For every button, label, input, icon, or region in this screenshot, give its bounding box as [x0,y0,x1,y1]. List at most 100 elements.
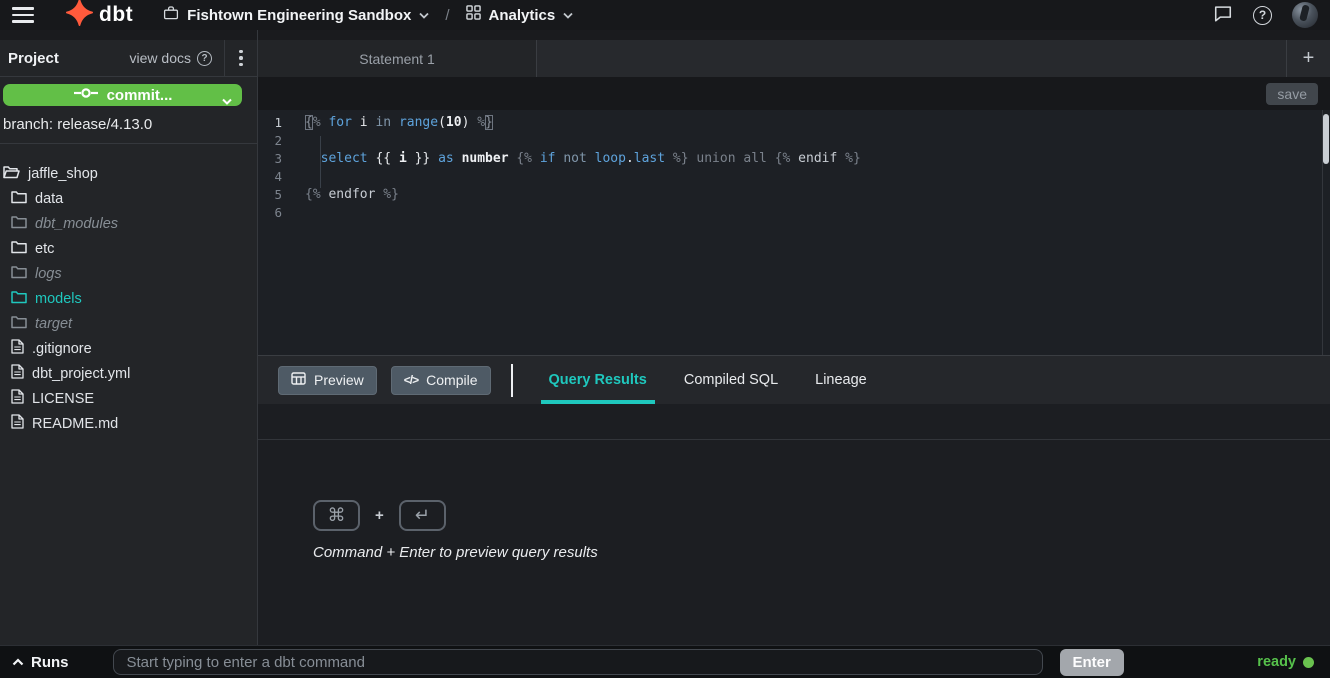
preview-button-label: Preview [314,372,364,388]
code-line-4: 4 [258,168,1330,186]
line-number: 2 [258,132,295,150]
folder-icon [11,215,27,233]
line-number: 5 [258,186,295,204]
code-text [295,204,305,222]
line-number: 1 [258,114,295,132]
tree-item-label: LICENSE [32,391,94,407]
file-icon [11,414,24,433]
folder-icon [11,190,27,208]
preview-button[interactable]: Preview [278,366,377,395]
tabstrip-fill [537,40,1286,77]
folder-icon [11,240,27,258]
shortcut-caption: Command + Enter to preview query results [313,544,598,561]
menu-icon[interactable] [12,7,34,23]
chevron-down-icon [563,6,573,24]
tree-item-label: data [35,191,63,207]
editor-toolbar: save [258,77,1330,110]
results-header: Preview </> Compile Query Results Compile… [258,355,1330,404]
dbt-logo: dbt [66,0,133,31]
tree-item-dbt-modules[interactable]: dbt_modules [0,211,257,236]
runs-label: Runs [31,654,69,671]
dbt-command-input[interactable] [113,649,1043,675]
code-icon: </> [404,373,418,387]
results-body-divider [258,439,1330,440]
shortcut-hint: ⌘ + ↵ Command + Enter to preview query r… [313,500,598,561]
editor-scrollbar-thumb[interactable] [1323,114,1329,164]
tree-item-label: jaffle_shop [28,166,98,182]
folder-open-icon [3,165,20,183]
results-header-divider [511,364,513,397]
tab-statement-1[interactable]: Statement 1 [258,40,537,77]
compile-button-label: Compile [426,372,477,388]
command-bar: Runs Enter ready [0,645,1330,678]
sidebar-menu-icon[interactable] [225,50,257,67]
tree-item-data[interactable]: data [0,186,257,211]
branch-label: branch: release/4.13.0 [0,113,257,144]
editor-tabstrip: Statement 1 + [258,30,1330,77]
code-text [295,132,305,150]
tree-item-readme-md[interactable]: README.md [0,411,257,436]
new-tab-button[interactable]: + [1286,40,1330,77]
code-line-6: 6 [258,204,1330,222]
file-icon [11,389,24,408]
chat-icon[interactable] [1213,3,1233,28]
results-tab-lineage[interactable]: Lineage [807,356,875,404]
results-tabs: Query Results Compiled SQL Lineage [541,356,875,404]
tree-item-logs[interactable]: logs [0,261,257,286]
tree-item-etc[interactable]: etc [0,236,257,261]
file-tree: jaffle_shopdata dbt_modulesetc logs models t… [0,144,257,436]
help-icon[interactable]: ? [1253,6,1272,25]
dbt-logo-text: dbt [99,3,133,27]
tree-item-dbt-project-yml[interactable]: dbt_project.yml [0,361,257,386]
view-docs-link[interactable]: view docs ? [130,50,212,66]
tree-item-label: README.md [32,416,118,432]
tree-item--gitignore[interactable]: .gitignore [0,336,257,361]
tree-item-label: models [35,291,82,307]
status-label: ready [1257,654,1296,670]
code-text: select {{ i }} as number {% if not loop.… [295,150,861,168]
code-line-3: 3 select {{ i }} as number {% if not loo… [258,150,1330,168]
commit-chevron-icon[interactable] [222,92,232,109]
tree-item-label: logs [35,266,62,282]
tree-item-license[interactable]: LICENSE [0,386,257,411]
editor-scrollbar[interactable] [1322,110,1330,355]
chevron-down-icon [419,6,429,24]
project-selector[interactable]: Fishtown Engineering Sandbox [163,5,429,26]
code-line-2: 2 [258,132,1330,150]
tree-item-models[interactable]: models [0,286,257,311]
chevron-up-icon [12,653,24,671]
tree-item-jaffle-shop[interactable]: jaffle_shop [0,161,257,186]
file-icon [11,364,24,383]
code-editor[interactable]: 1{% for i in range(10) %}23 select {{ i … [258,110,1330,355]
sidebar-top-spacer [0,30,257,40]
code-line-1: 1{% for i in range(10) %} [258,114,1330,132]
save-button[interactable]: save [1266,83,1318,105]
table-icon [291,372,306,388]
code-text [295,168,305,186]
commit-button[interactable]: commit... [3,84,242,106]
view-docs-label: view docs [130,50,191,66]
runs-toggle[interactable]: Runs [12,653,69,671]
tree-item-label: dbt_project.yml [32,366,130,382]
environment-selector[interactable]: Analytics [466,5,574,25]
folder-icon [11,290,27,308]
code-text: {% endfor %} [295,186,399,204]
tab-statement-1-label: Statement 1 [359,51,435,67]
line-number: 4 [258,168,295,186]
commit-button-label: commit... [107,87,173,104]
line-number: 6 [258,204,295,222]
results-tab-query-results[interactable]: Query Results [541,356,655,404]
breadcrumb-separator: / [445,7,449,24]
tree-item-label: target [35,316,72,332]
sidebar-title: Project [8,50,59,67]
tree-item-label: .gitignore [32,341,92,357]
environment-selector-label: Analytics [489,7,556,24]
results-body: ⌘ + ↵ Command + Enter to preview query r… [258,404,1330,645]
user-avatar[interactable] [1292,2,1318,28]
project-selector-label: Fishtown Engineering Sandbox [187,7,411,24]
results-tab-compiled-sql[interactable]: Compiled SQL [676,356,786,404]
docs-help-icon: ? [197,51,212,66]
tree-item-target[interactable]: target [0,311,257,336]
compile-button[interactable]: </> Compile [391,366,491,395]
enter-button[interactable]: Enter [1060,649,1124,676]
